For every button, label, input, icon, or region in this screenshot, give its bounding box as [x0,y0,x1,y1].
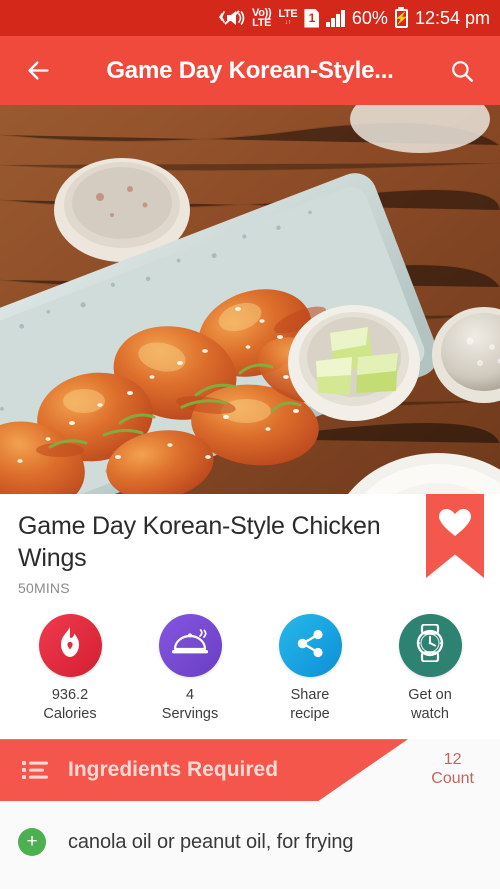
recipe-hero-image [0,105,500,494]
calories-label: Calories [43,705,97,722]
recipe-summary-card: Game Day Korean-Style Chicken Wings 50MI… [0,494,500,740]
back-arrow-icon[interactable] [18,51,58,91]
plus-circle-icon[interactable]: + [18,828,46,857]
calories-value: 936.2 [51,687,89,703]
ingredient-list-item[interactable]: + canola oil or peanut oil, for frying [0,801,500,866]
sim-card-icon: 1 [304,8,320,28]
heart-icon [438,508,472,538]
action-watch[interactable]: Get on watch [370,614,490,723]
status-bar: Vo)) LTE LTE ↓↑ 1 60% ⚡ 12:54 pm [0,0,500,36]
ingredients-banner: Ingredients Required 12 Count [0,739,500,802]
watch-value: Get on [408,687,452,703]
action-calories[interactable]: 936.2 Calories [10,614,130,723]
ingredient-text: canola oil or peanut oil, for frying [68,830,354,853]
calories-button[interactable] [38,614,102,677]
share-button[interactable] [278,614,342,677]
clock-label: 12:54 pm [414,7,490,28]
watch-button[interactable] [398,614,462,677]
mute-vibrate-icon [219,8,245,28]
action-share[interactable]: Share recipe [250,614,370,723]
ingredients-banner-bar[interactable]: Ingredients Required [0,739,408,802]
ingredients-count-number: 12 [443,751,462,769]
watch-label: watch [411,705,449,722]
servings-label: Servings [161,705,219,722]
volte-icon: Vo)) LTE [251,6,272,29]
battery-percent-label: 60% [351,7,388,28]
recipe-actions: 936.2 Calories 4 Servings Share recipe G… [0,596,500,739]
battery-charging-icon: ⚡ [394,8,409,28]
ingredients-count-label: Count [431,770,474,788]
app-screen: Vo)) LTE LTE ↓↑ 1 60% ⚡ 12:54 pm Game Da… [0,0,500,889]
servings-button[interactable] [158,614,222,677]
recipe-duration: 50MINS [18,580,70,596]
recipe-title: Game Day Korean-Style Chicken Wings [18,512,381,572]
share-label: recipe [290,705,330,722]
favorite-bookmark-button[interactable] [426,494,484,578]
flame-icon [54,625,86,666]
recipe-header: Game Day Korean-Style Chicken Wings 50MI… [0,494,500,596]
page-title: Game Day Korean-Style... [106,56,394,84]
ingredients-title: Ingredients Required [68,758,279,782]
watch-icon [412,623,448,667]
ingredients-count: 12 Count [431,739,474,801]
servings-value: 4 [185,687,195,703]
action-servings[interactable]: 4 Servings [130,614,250,723]
share-value: Share [290,687,330,703]
signal-bars-icon [326,9,345,27]
format-list-icon [22,759,48,781]
ingredients-section: Ingredients Required 12 Count + canola o… [0,739,500,866]
app-bar: Game Day Korean-Style... [0,36,500,105]
search-icon[interactable] [442,51,482,91]
serving-dome-icon [171,626,209,665]
lte-data-icon: LTE ↓↑ [278,8,298,26]
share-icon [295,628,326,664]
